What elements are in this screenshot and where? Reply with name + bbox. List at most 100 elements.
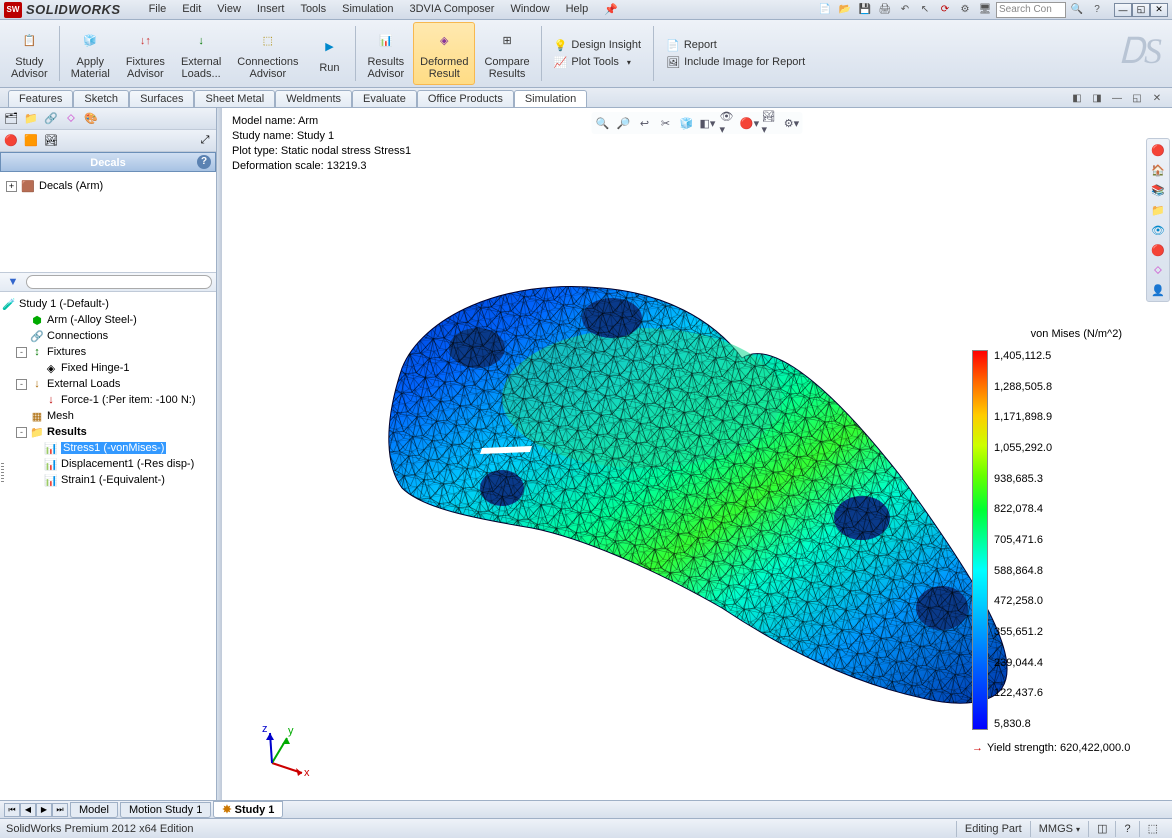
open-doc-icon[interactable]: 📂 [836,2,854,18]
undo-icon[interactable]: ↶ [896,2,914,18]
design-insight-button[interactable]: 💡Design Insight [550,38,645,53]
screen-icon[interactable]: 🖥 [976,2,994,18]
dm-appearances-icon[interactable]: 🔴 [2,132,20,150]
dm-expand-icon[interactable]: ⤢ [196,132,214,150]
tp-home-icon[interactable]: 🏠 [1149,161,1167,179]
status-icon-2[interactable]: ? [1115,821,1138,837]
tab-simulation[interactable]: Simulation [514,90,587,107]
menu-window[interactable]: Window [502,1,557,18]
viewport[interactable]: Model name: Arm Study name: Study 1 Plot… [222,108,1172,818]
window-close-button[interactable]: ✕ [1150,3,1168,17]
study-root[interactable]: 🧪Study 1 (-Default-) [2,296,214,312]
tab-evaluate[interactable]: Evaluate [352,90,417,107]
view-orient-icon[interactable]: 🧊 [678,114,696,132]
compare-results-button[interactable]: ⊞Compare Results [477,22,536,85]
tp-library-icon[interactable]: 📚 [1149,181,1167,199]
bottom-tab-model[interactable]: Model [70,802,118,818]
fm-tab-2[interactable]: 📁 [22,110,40,128]
new-doc-icon[interactable]: 📄 [816,2,834,18]
status-icon-1[interactable]: ◫ [1088,821,1115,837]
bottom-tab-study[interactable]: ✸ Study 1 [213,801,283,818]
print-icon[interactable]: 🖨 [876,2,894,18]
tp-resources-icon[interactable]: 🔴 [1149,141,1167,159]
panel-right-icon[interactable]: ◨ [1088,90,1106,106]
window-restore-button[interactable]: ◱ [1132,3,1150,17]
hide-show-icon[interactable]: 👁▾ [720,114,738,132]
save-icon[interactable]: 💾 [856,2,874,18]
tree-force[interactable]: ↓Force-1 (:Per item: -100 N:) [2,392,214,408]
fm-tab-1[interactable]: 🗂 [2,110,20,128]
fm-tab-5[interactable]: 🎨 [82,110,100,128]
tab-sketch[interactable]: Sketch [73,90,129,107]
menu-tools[interactable]: Tools [292,1,334,18]
tp-explorer-icon[interactable]: 📁 [1149,201,1167,219]
fea-model[interactable] [302,188,1062,748]
menu-view[interactable]: View [209,1,249,18]
include-image-button[interactable]: 🖼Include Image for Report [662,55,809,70]
menu-insert[interactable]: Insert [249,1,293,18]
tree-connections[interactable]: 🔗Connections [2,328,214,344]
deformed-result-button[interactable]: ◈Deformed Result [413,22,475,85]
dm-scene-icon[interactable]: 🏞 [42,132,60,150]
doc-minimize-icon[interactable]: — [1108,90,1126,106]
window-minimize-button[interactable]: — [1114,3,1132,17]
help-icon[interactable]: ? [1088,2,1106,18]
doc-restore-icon[interactable]: ◱ [1128,90,1146,106]
section-view-icon[interactable]: ✂ [657,114,675,132]
tree-stress1[interactable]: 📊Stress1 (-vonMises-) [2,440,214,456]
tab-nav-last[interactable]: ⏭ [52,803,68,817]
tab-nav-first[interactable]: ⏮ [4,803,20,817]
zoom-fit-icon[interactable]: 🔍 [594,114,612,132]
study-advisor-button[interactable]: 📋Study Advisor [4,22,55,85]
view-settings-icon[interactable]: ⚙▾ [783,114,801,132]
tab-sheet-metal[interactable]: Sheet Metal [194,90,275,107]
menu-edit[interactable]: Edit [174,1,209,18]
menu-simulation[interactable]: Simulation [334,1,401,18]
doc-close-icon[interactable]: ✕ [1148,90,1166,106]
tab-nav-next[interactable]: ▶ [36,803,52,817]
bottom-tab-motion[interactable]: Motion Study 1 [120,802,211,818]
panel-left-icon[interactable]: ◧ [1068,90,1086,106]
tp-simulation-icon[interactable]: 👤 [1149,281,1167,299]
tree-arm[interactable]: ⬢Arm (-Alloy Steel-) [2,312,214,328]
tree-fixtures[interactable]: -↕Fixtures [2,344,214,360]
tree-displacement1[interactable]: 📊Displacement1 (-Res disp-) [2,456,214,472]
external-loads-button[interactable]: ↓External Loads... [174,22,228,85]
scene-icon[interactable]: 🏞▾ [762,114,780,132]
display-style-icon[interactable]: ◧▾ [699,114,717,132]
run-button[interactable]: ▶Run [307,22,351,85]
tp-appearance-icon[interactable]: 🔴 [1149,241,1167,259]
fm-tab-3[interactable]: 🔗 [42,110,60,128]
tab-features[interactable]: Features [8,90,73,107]
filter-icon[interactable]: ▼ [4,273,22,291]
search-icon[interactable]: 🔍 [1068,2,1086,18]
search-input[interactable] [996,2,1066,18]
status-units[interactable]: MMGS ▾ [1030,821,1088,837]
decals-root-item[interactable]: + 🟫 Decals (Arm) [6,178,210,194]
dm-decals-icon[interactable]: 🟧 [22,132,40,150]
rebuild-icon[interactable]: ⟳ [936,2,954,18]
tab-weldments[interactable]: Weldments [275,90,352,107]
fixtures-advisor-button[interactable]: ↓↑Fixtures Advisor [119,22,172,85]
connections-advisor-button[interactable]: ⬚Connections Advisor [230,22,305,85]
apply-material-button[interactable]: 🧊Apply Material [64,22,117,85]
menu-file[interactable]: File [141,1,175,18]
tree-results[interactable]: -📁Results [2,424,214,440]
tp-custom-icon[interactable]: ⬦ [1149,261,1167,279]
results-advisor-button[interactable]: 📊Results Advisor [360,22,411,85]
menu-pin-icon[interactable]: 📌 [596,1,626,18]
decals-help-icon[interactable]: ? [197,155,211,169]
tab-nav-prev[interactable]: ◀ [20,803,36,817]
tab-office-products[interactable]: Office Products [417,90,514,107]
prev-view-icon[interactable]: ↩ [636,114,654,132]
tree-external-loads[interactable]: -↓External Loads [2,376,214,392]
tree-mesh[interactable]: ▦Mesh [2,408,214,424]
filter-input[interactable] [26,275,212,289]
tp-view-icon[interactable]: 👁 [1149,221,1167,239]
view-triad[interactable]: x y z [252,718,312,778]
report-button[interactable]: 📄Report [662,38,809,53]
tree-strain1[interactable]: 📊Strain1 (-Equivalent-) [2,472,214,488]
tab-surfaces[interactable]: Surfaces [129,90,194,107]
status-icon-3[interactable]: ⬚ [1139,821,1166,837]
menu-help[interactable]: Help [558,1,597,18]
